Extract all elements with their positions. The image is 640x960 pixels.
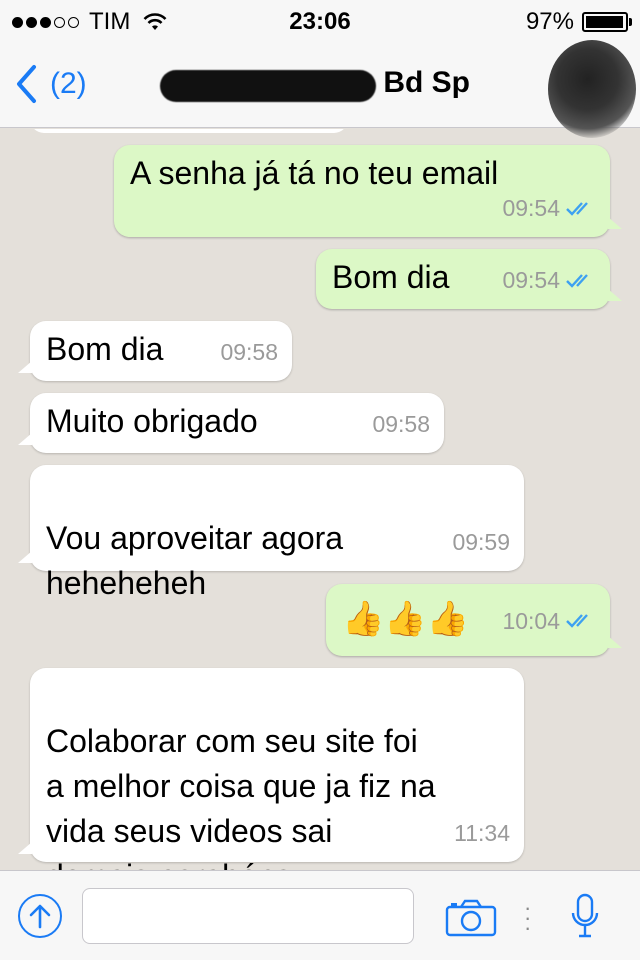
message-text: Colaborar com seu site foi a melhor cois… (46, 723, 436, 870)
previous-message-bubble (30, 129, 348, 133)
battery-indicator: 97% (525, 8, 632, 36)
message-meta: 10:04 (502, 592, 596, 650)
message-bubble-outgoing[interactable]: Bom dia 09:54 (316, 249, 622, 309)
message-meta: 09:58 (220, 330, 278, 375)
status-bar: TIM 23:06 97% (0, 0, 640, 40)
microphone-icon (571, 893, 599, 938)
message-text: Muito obrigado (46, 403, 258, 439)
message-time: 09:58 (372, 411, 430, 437)
message-time: 11:34 (454, 820, 510, 846)
contact-name[interactable]: Bd Sp (160, 66, 490, 106)
message-meta: 09:59 (452, 520, 510, 565)
microphone-button[interactable] (570, 893, 600, 944)
message-time: 09:59 (452, 529, 510, 555)
double-check-icon (566, 614, 588, 628)
chat-header: (2) Bd Sp (0, 40, 640, 138)
message-meta: 11:34 (454, 811, 510, 856)
camera-button[interactable] (445, 899, 497, 942)
attach-button[interactable] (18, 894, 62, 938)
message-time: 09:54 (502, 267, 560, 293)
message-time: 09:58 (220, 339, 278, 365)
separator-dots: · · · (524, 895, 532, 940)
message-bubble-incoming[interactable]: Bom dia 09:58 (18, 321, 292, 381)
message-time: 09:54 (502, 195, 560, 221)
message-bubble-outgoing[interactable]: A senha já tá no teu email 09:54 (114, 145, 622, 237)
message-list[interactable]: A senha já tá no teu email 09:54 Bom dia… (0, 129, 640, 870)
double-check-icon (566, 201, 588, 216)
message-bubble-incoming[interactable]: Muito obrigado 09:58 (18, 393, 444, 453)
upload-icon (29, 904, 51, 929)
message-bubble-incoming[interactable]: Vou aproveitar agora heheheheh 09:59 (18, 465, 524, 601)
unread-count: (2) (50, 67, 87, 100)
message-time: 10:04 (502, 608, 560, 634)
battery-percent: 97% (525, 8, 574, 35)
message-bubble-outgoing[interactable]: 👍👍👍 10:04 (326, 584, 622, 656)
message-bubble-incoming[interactable]: Colaborar com seu site foi a melhor cois… (18, 668, 524, 870)
chat-title: Bd Sp (383, 66, 470, 99)
chevron-left-icon (17, 65, 36, 103)
message-meta: 09:58 (372, 402, 430, 447)
message-meta: 09:54 (502, 186, 596, 231)
back-button[interactable]: (2) (14, 64, 87, 104)
camera-icon (445, 899, 497, 937)
message-meta: 09:54 (502, 258, 596, 303)
double-check-icon (566, 273, 588, 288)
battery-icon (582, 12, 632, 32)
contact-avatar[interactable] (548, 40, 636, 138)
composer-bar: · · · (0, 870, 640, 960)
message-input[interactable] (82, 888, 414, 944)
